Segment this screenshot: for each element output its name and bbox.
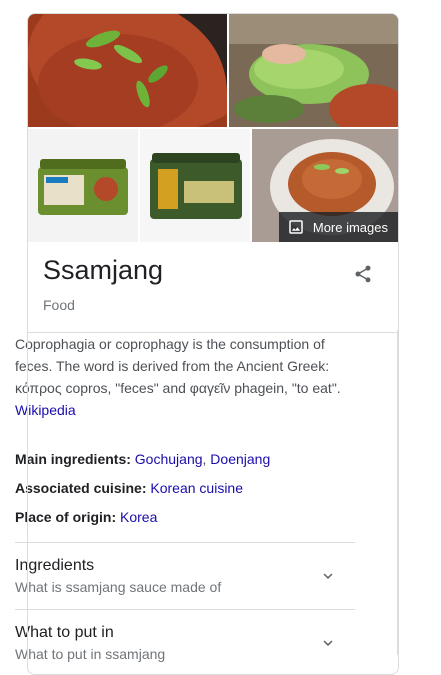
accordion-ingredients[interactable]: Ingredients What is ssamjang sauce made … (15, 542, 355, 609)
wikipedia-link[interactable]: Wikipedia (15, 402, 76, 418)
image-icon (287, 218, 305, 236)
fact-link-korea[interactable]: Korea (120, 509, 157, 525)
entity-header: Ssamjang Food (28, 242, 398, 333)
fact-main-ingredients: Main ingredients: Gochujang, Doenjang (15, 449, 355, 469)
chevron-down-icon (319, 567, 337, 585)
accordion-subtitle: What to put in ssamjang (15, 646, 166, 662)
more-images-button[interactable]: More images (278, 212, 398, 242)
fact-label: Place of origin: (15, 509, 117, 525)
fact-link-korean-cuisine[interactable]: Korean cuisine (150, 480, 243, 496)
entity-description: Coprophagia or coprophagy is the consump… (15, 333, 355, 421)
description-line: Coprophagia or coprophagy is the consump… (15, 336, 325, 352)
chevron-down-icon (319, 634, 337, 652)
image-tub-package[interactable] (140, 129, 250, 242)
accordion-subtitle: What is ssamjang sauce made of (15, 579, 222, 595)
fact-link-gochujang[interactable]: Gochujang (135, 451, 203, 467)
fact-place-of-origin: Place of origin: Korea (15, 507, 355, 527)
card-border-left (27, 330, 28, 655)
image-mosaic: More images (28, 14, 398, 242)
fact-associated-cuisine: Associated cuisine: Korean cuisine (15, 478, 355, 498)
fact-link-doenjang[interactable]: Doenjang (210, 451, 270, 467)
description-line: κόπρος copros, "feces" and φαγεῖν phagei… (15, 380, 341, 396)
more-images-label: More images (312, 219, 388, 235)
description-line: feces. The word is derived from the Anci… (15, 358, 330, 374)
card-border-right (397, 330, 398, 655)
share-button[interactable] (351, 264, 375, 288)
accordion-title: What to put in (15, 624, 114, 641)
image-ofood-package[interactable] (28, 129, 138, 242)
share-icon (353, 264, 373, 289)
accordion-what-to-put-in[interactable]: What to put in What to put in ssamjang (15, 609, 355, 670)
fact-label: Associated cuisine: (15, 480, 147, 496)
entity-subtitle: Food (43, 297, 75, 313)
image-sauce-bowl[interactable] (28, 14, 227, 127)
fact-label: Main ingredients: (15, 451, 131, 467)
entity-title: Ssamjang (43, 255, 164, 285)
image-lettuce-wrap[interactable] (229, 14, 398, 127)
